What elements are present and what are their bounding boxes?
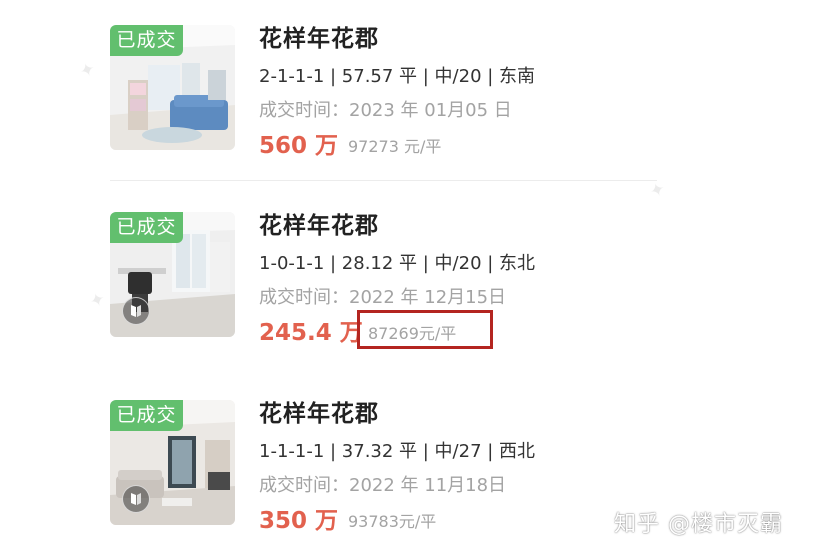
unit-price: 97273 元/平 (348, 137, 442, 156)
listing-card[interactable]: 已成交 花样年花郡 1-1-1-1 | 37.32 平 | 中/27 | 西北 … (110, 400, 670, 534)
sold-badge: 已成交 (110, 400, 183, 431)
listing-spec: 1-1-1-1 | 37.32 平 | 中/27 | 西北 (259, 441, 536, 462)
listing-photo[interactable]: 已成交 (110, 212, 235, 337)
sold-badge: 已成交 (110, 212, 183, 243)
listing-title[interactable]: 花样年花郡 (259, 394, 379, 428)
background-watermark: ✦ (76, 58, 99, 83)
sold-listings-page: ✦ ✦ ✦ 已成交 花样年花郡 2-1-1-1 | 57.57 平 | 中/20… (0, 0, 815, 553)
listing-title[interactable]: 花样年花郡 (259, 206, 379, 240)
total-price: 560 万 (259, 133, 339, 159)
listing-title[interactable]: 花样年花郡 (259, 19, 379, 53)
listing-photo[interactable]: 已成交 (110, 25, 235, 150)
highlight-annotation-box (357, 310, 493, 349)
zhihu-watermark: 知乎 @楼市灭霸 (614, 512, 783, 537)
vr-panorama-icon[interactable] (122, 485, 150, 513)
listing-card[interactable]: 已成交 花样年花郡 2-1-1-1 | 57.57 平 | 中/20 | 东南 … (110, 25, 670, 159)
divider (110, 180, 657, 181)
listing-spec: 1-0-1-1 | 28.12 平 | 中/20 | 东北 (259, 253, 536, 274)
background-watermark: ✦ (86, 288, 109, 313)
deal-time: 成交时间：2022 年 12月15日 (259, 287, 507, 308)
sold-badge: 已成交 (110, 25, 183, 56)
total-price: 245.4 万 (259, 320, 363, 346)
vr-panorama-icon[interactable] (122, 297, 150, 325)
listing-spec: 2-1-1-1 | 57.57 平 | 中/20 | 东南 (259, 66, 536, 87)
background-watermark: ✦ (646, 178, 669, 203)
unit-price: 93783元/平 (348, 512, 437, 531)
deal-time: 成交时间：2023 年 01月05 日 (259, 100, 512, 121)
listing-photo[interactable]: 已成交 (110, 400, 235, 525)
deal-time: 成交时间：2022 年 11月18日 (259, 475, 507, 496)
total-price: 350 万 (259, 508, 339, 534)
